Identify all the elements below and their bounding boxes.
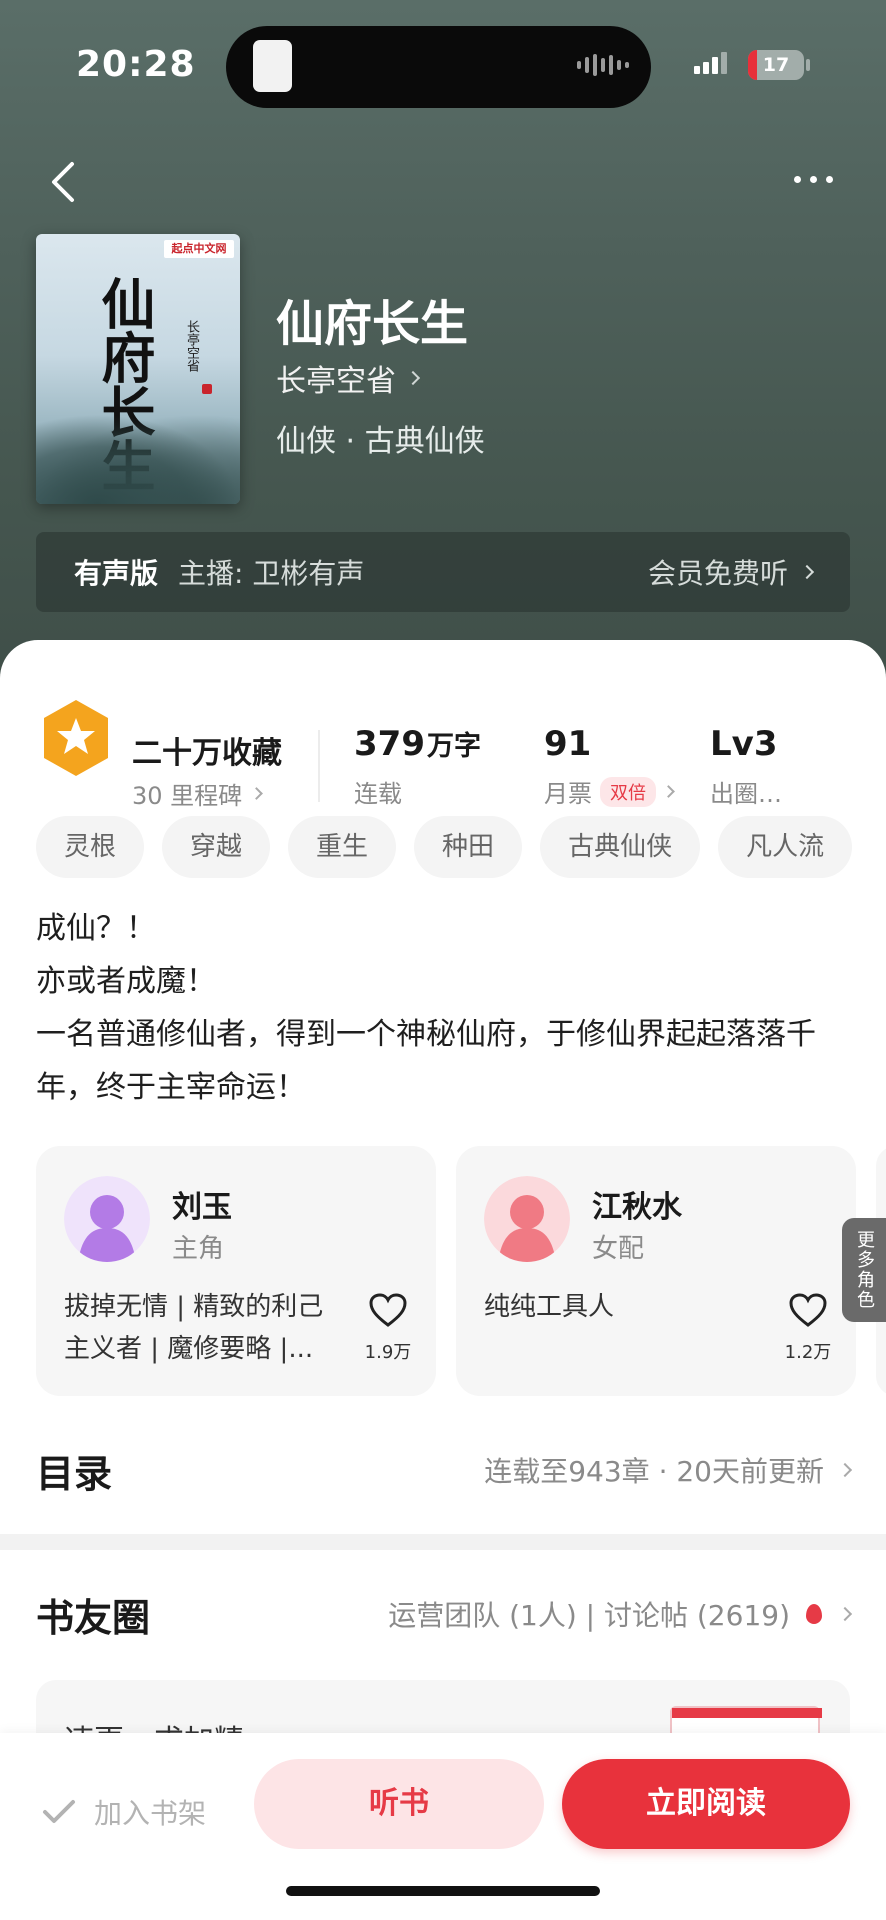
add-to-shelf-label: 加入书架 (94, 1797, 207, 1830)
character-like[interactable]: 1.9万 (364, 1292, 412, 1364)
circle-title: 书友圈 (36, 1595, 151, 1640)
cover-seal-icon (202, 384, 212, 394)
signal-icon (694, 52, 727, 74)
level-stat[interactable]: Lv3 出圈… (710, 724, 782, 809)
book-description[interactable]: 成仙？！ 亦或者成魔！ 一名普通修仙者，得到一个神秘仙府，于修仙界起起落落千年，… (36, 902, 856, 1114)
book-genre: 仙侠 · 古典仙侠 (276, 424, 485, 459)
more-options-icon[interactable] (794, 176, 833, 183)
word-count-label: 连载 (354, 780, 402, 808)
audio-edition-bar[interactable]: 有声版 主播: 卫彬有声 会员免费听 (36, 532, 850, 612)
monthly-ticket-stat[interactable]: 91 月票 双倍 (544, 724, 675, 809)
monthly-ticket-label: 月票 (544, 780, 592, 808)
table-of-contents-row[interactable]: 目录 连载至943章 · 20天前更新 (36, 1440, 853, 1500)
character-list: 刘玉 主角 拔掉无情 | 精致的利己主义者 | 魔修要略 |... 1.9万 江… (36, 1146, 886, 1396)
word-count-stat: 379万字 连载 (354, 724, 481, 809)
chevron-right-icon (799, 564, 815, 580)
character-avatar (484, 1176, 570, 1262)
milestones-link[interactable]: 30 里程碑 (132, 776, 264, 811)
character-like[interactable]: 1.2万 (784, 1292, 832, 1364)
character-role: 女配 (592, 1234, 645, 1264)
more-characters-button[interactable]: 更多角色 (842, 1218, 886, 1322)
word-count-unit: 万字 (426, 731, 481, 762)
like-count: 1.9万 (364, 1342, 412, 1363)
chevron-right-icon (837, 1462, 853, 1478)
medal-star-icon (44, 700, 108, 776)
heart-icon (789, 1293, 827, 1327)
character-bio: 拔掉无情 | 精致的利己主义者 | 魔修要略 |... (64, 1292, 324, 1364)
audio-host: 主播: 卫彬有声 (178, 557, 365, 590)
level-label: 出圈… (710, 780, 782, 808)
circle-info: 运营团队 (1人) | 讨论帖 (2619) (388, 1599, 790, 1632)
bottom-action-bar: 加入书架 听书 立即阅读 (0, 1733, 886, 1920)
status-time: 20:28 (76, 44, 196, 85)
chevron-right-icon (837, 1606, 853, 1622)
tag-chip[interactable]: 种田 (414, 816, 523, 878)
character-card[interactable]: 刘玉 主角 拔掉无情 | 精致的利己主义者 | 魔修要略 |... 1.9万 (36, 1146, 436, 1396)
cover-author: 长亭空省 (184, 320, 199, 372)
stats-row: 二十万收藏 30 里程碑 379万字 连载 91 月票 双倍 Lv3 出圈… (0, 688, 886, 810)
toc-info: 连载至943章 · 20天前更新 (484, 1455, 824, 1488)
double-badge: 双倍 (600, 776, 656, 807)
battery-tip (806, 59, 810, 71)
home-indicator (286, 1886, 600, 1896)
tag-chip[interactable]: 灵根 (36, 816, 145, 878)
chevron-right-icon (662, 785, 675, 798)
member-free-listen[interactable]: 会员免费听 (647, 552, 815, 592)
stats-divider (318, 730, 320, 802)
author-name: 长亭空省 (276, 364, 396, 399)
toc-title: 目录 (36, 1451, 113, 1496)
milestones-label: 30 里程碑 (132, 782, 243, 810)
tag-chip[interactable]: 重生 (288, 816, 397, 878)
book-title: 仙府长生 (276, 296, 469, 352)
description-line: 成仙？！ (36, 911, 156, 946)
character-bio: 纯纯工具人 (484, 1292, 615, 1322)
chevron-right-icon (250, 787, 264, 800)
description-line: 一名普通修仙者，得到一个神秘仙府，于修仙界起起落落千年，终于主宰命运！ (36, 1017, 816, 1105)
heart-icon (369, 1293, 407, 1327)
tag-chip[interactable]: 凡人流 (718, 816, 853, 878)
word-count-value: 379 (354, 724, 425, 764)
checkmark-icon (43, 1800, 75, 1823)
section-divider (0, 1534, 886, 1550)
battery-icon: 17 (748, 50, 804, 80)
audio-tag: 有声版 (74, 557, 159, 590)
cover-mountain-art (36, 414, 240, 504)
tag-list: 灵根 穿越 重生 种田 古典仙侠 凡人流 (36, 816, 886, 878)
like-count: 1.2万 (784, 1342, 832, 1363)
character-card[interactable]: 江秋水 女配 纯纯工具人 1.2万 (456, 1146, 856, 1396)
description-line: 亦或者成魔！ (36, 964, 216, 999)
book-header: 20:28 17 起点中文网 仙府长生 长亭空省 仙府长生 长亭空省 仙侠 · … (0, 0, 886, 700)
character-name: 刘玉 (172, 1190, 232, 1225)
add-to-shelf-button[interactable]: 加入书架 (42, 1787, 206, 1837)
book-cover[interactable]: 起点中文网 仙府长生 长亭空省 (36, 234, 240, 504)
author-link[interactable]: 长亭空省 (276, 356, 421, 400)
tag-chip[interactable]: 穿越 (162, 816, 271, 878)
cover-brand: 起点中文网 (164, 240, 234, 258)
battery-level: 17 (762, 54, 790, 76)
status-bar: 20:28 17 (0, 0, 886, 130)
dynamic-island (226, 26, 651, 108)
character-name: 江秋水 (592, 1190, 682, 1225)
reader-circle-row[interactable]: 书友圈 运营团队 (1人) | 讨论帖 (2619) (36, 1584, 853, 1644)
character-role: 主角 (172, 1234, 225, 1264)
member-free-label: 会员免费听 (647, 557, 788, 590)
audio-wave-icon (577, 54, 629, 76)
monthly-ticket-value: 91 (544, 724, 592, 764)
character-avatar (64, 1176, 150, 1262)
live-activity-icon (253, 40, 292, 92)
level-value: Lv3 (710, 724, 778, 764)
tag-chip[interactable]: 古典仙侠 (540, 816, 701, 878)
back-arrow-icon[interactable] (44, 158, 84, 206)
book-detail-card: 二十万收藏 30 里程碑 379万字 连载 91 月票 双倍 Lv3 出圈… 灵… (0, 640, 886, 1920)
favorites-count: 二十万收藏 (132, 736, 282, 771)
listen-button[interactable]: 听书 (254, 1759, 544, 1849)
fire-icon (806, 1604, 822, 1624)
read-now-button[interactable]: 立即阅读 (562, 1759, 850, 1849)
chevron-right-icon (405, 370, 421, 386)
